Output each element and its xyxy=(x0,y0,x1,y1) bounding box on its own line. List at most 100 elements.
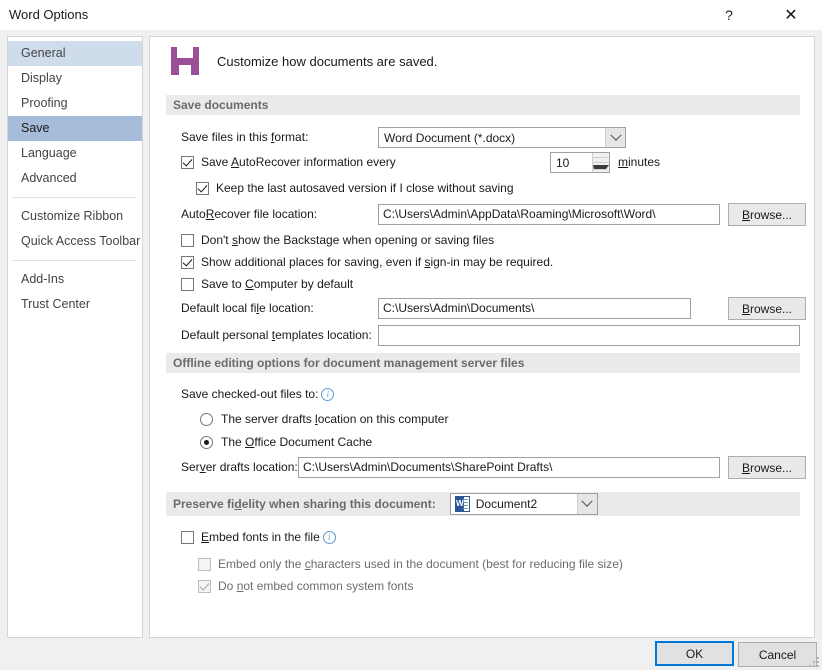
default-templates-location-label: Default personal templates location: xyxy=(181,328,372,342)
browse-accel-2: B xyxy=(742,302,750,316)
autorecover-checkbox[interactable] xyxy=(181,156,194,169)
do-not-embed-common-fonts-checkbox[interactable] xyxy=(198,580,211,593)
sidebar-item-customize-ribbon[interactable]: Customize Ribbon xyxy=(8,204,142,229)
radio-cache-pre: The xyxy=(221,435,245,449)
ok-button[interactable]: OK xyxy=(655,641,734,666)
additional-pre: Show additional places for saving, even … xyxy=(201,255,424,269)
additional-post: ign-in may be required. xyxy=(430,255,553,269)
info-icon[interactable]: i xyxy=(321,388,334,401)
keep-last-autosaved-row[interactable]: Keep the last autosaved version if I clo… xyxy=(196,181,514,195)
chevron-down-icon[interactable] xyxy=(577,494,597,514)
save-format-label: Save files in this format: xyxy=(181,130,308,144)
sidebar-item-save[interactable]: Save xyxy=(8,116,142,141)
dialog-body: General Display Proofing Save Language A… xyxy=(0,30,822,670)
sidebar-divider-1 xyxy=(12,197,136,198)
pane-heading: Customize how documents are saved. xyxy=(171,47,437,75)
save-format-value: Word Document (*.docx) xyxy=(379,131,605,145)
stepper-down-icon[interactable] xyxy=(592,163,609,172)
options-sidebar: General Display Proofing Save Language A… xyxy=(7,36,143,638)
save-computer-post: omputer by default xyxy=(254,277,353,291)
chevron-down-icon[interactable] xyxy=(605,128,625,147)
section-header-offline-editing: Offline editing options for document man… xyxy=(166,353,800,373)
preserve-title-pre: Preserve fi xyxy=(173,497,234,511)
help-icon[interactable]: ? xyxy=(708,0,750,30)
sidebar-item-display[interactable]: Display xyxy=(8,66,142,91)
radio-office-document-cache[interactable] xyxy=(200,436,213,449)
save-format-label-pre: Save files in this xyxy=(181,130,271,144)
pane-heading-text: Customize how documents are saved. xyxy=(217,54,437,69)
autorecover-checkbox-row[interactable]: Save AutoRecover information every xyxy=(181,155,396,169)
embed-fonts-row[interactable]: Embed fonts in the file i xyxy=(181,530,336,544)
info-icon[interactable]: i xyxy=(323,531,336,544)
browse-server-drafts-button[interactable]: Browse... xyxy=(728,456,806,479)
stepper-up-icon[interactable] xyxy=(592,153,609,163)
resize-grip[interactable] xyxy=(809,657,819,667)
show-additional-places-row[interactable]: Show additional places for saving, even … xyxy=(181,255,553,269)
window-title: Word Options xyxy=(9,7,88,22)
sidebar-item-language[interactable]: Language xyxy=(8,141,142,166)
no-common-pre: Do xyxy=(218,579,237,593)
dont-show-backstage-row[interactable]: Don't show the Backstage when opening or… xyxy=(181,233,494,247)
save-to-computer-checkbox[interactable] xyxy=(181,278,194,291)
embed-chars-pre: Embed only the xyxy=(218,557,305,571)
autorecover-label-accel: A xyxy=(231,155,239,169)
sidebar-item-general[interactable]: General xyxy=(8,41,142,66)
sidebar-item-proofing[interactable]: Proofing xyxy=(8,91,142,116)
close-icon[interactable]: ✕ xyxy=(770,0,812,30)
embed-characters-checkbox[interactable] xyxy=(198,558,211,571)
preserve-fidelity-document-combobox[interactable]: W Document2 xyxy=(450,493,598,515)
radio-server-drafts[interactable] xyxy=(200,413,213,426)
title-bar: Word Options ? ✕ xyxy=(0,0,822,30)
floppy-disk-icon xyxy=(171,47,199,75)
sidebar-divider-2 xyxy=(12,260,136,261)
backstage-post: how the Backstage when opening or saving… xyxy=(238,233,494,247)
default-local-location-input[interactable]: C:\Users\Admin\Documents\ xyxy=(378,298,691,319)
browse-post-1: rowse... xyxy=(750,208,792,222)
radio-server-drafts-row[interactable]: The server drafts location on this compu… xyxy=(200,412,448,426)
sidebar-item-advanced[interactable]: Advanced xyxy=(8,166,142,191)
autorecover-label-post: utoRecover information every xyxy=(239,155,396,169)
autorecover-minutes-value: 10 xyxy=(551,156,592,170)
sidebar-item-trust-center[interactable]: Trust Center xyxy=(8,292,142,317)
default-templates-location-input[interactable] xyxy=(378,325,800,346)
autorecover-location-label: AutoRecover file location: xyxy=(181,207,317,221)
keep-last-autosaved-label: Keep the last autosaved version if I clo… xyxy=(216,181,514,195)
sidebar-item-quick-access-toolbar[interactable]: Quick Access Toolbar xyxy=(8,229,142,254)
save-format-label-post: ormat: xyxy=(274,130,308,144)
embed-fonts-post: mbed fonts in the file xyxy=(209,530,320,544)
show-additional-places-checkbox[interactable] xyxy=(181,256,194,269)
save-options-pane: Customize how documents are saved. Save … xyxy=(149,36,815,638)
browse-autorecover-button[interactable]: Browse... xyxy=(728,203,806,226)
radio-office-cache-row[interactable]: The Office Document Cache xyxy=(200,435,372,449)
radio-cache-accel: O xyxy=(245,435,254,449)
section-header-preserve-fidelity: Preserve fidelity when sharing this docu… xyxy=(166,492,800,516)
keep-last-autosaved-checkbox[interactable] xyxy=(196,182,209,195)
radio-server-pre: The server drafts xyxy=(221,412,315,426)
radio-server-post: ocation on this computer xyxy=(318,412,449,426)
save-checked-out-text: Save checked-out files to: xyxy=(181,387,318,401)
sidebar-item-add-ins[interactable]: Add-Ins xyxy=(8,267,142,292)
browse-post-3: rowse... xyxy=(750,461,792,475)
cancel-button[interactable]: Cancel xyxy=(738,642,817,667)
autorecover-minutes-stepper[interactable]: 10 xyxy=(550,152,610,173)
no-common-post: ot embed common system fonts xyxy=(243,579,413,593)
server-drafts-location-input[interactable]: C:\Users\Admin\Documents\SharePoint Draf… xyxy=(298,457,720,478)
minutes-label-post: inutes xyxy=(628,155,660,169)
save-computer-pre: Save to xyxy=(201,277,245,291)
save-format-combobox[interactable]: Word Document (*.docx) xyxy=(378,127,626,148)
autorecover-location-input[interactable]: C:\Users\Admin\AppData\Roaming\Microsoft… xyxy=(378,204,720,225)
default-local-pre: Default local fi xyxy=(181,301,256,315)
embed-characters-row[interactable]: Embed only the characters used in the do… xyxy=(198,557,623,571)
dont-show-backstage-checkbox[interactable] xyxy=(181,234,194,247)
server-drafts-post: er drafts location: xyxy=(206,460,298,474)
default-local-location-label: Default local file location: xyxy=(181,301,314,315)
preserve-title-post: elity when sharing this document: xyxy=(242,497,436,511)
preserve-title-accel: d xyxy=(234,497,241,511)
embed-fonts-checkbox[interactable] xyxy=(181,531,194,544)
browse-default-local-button[interactable]: Browse... xyxy=(728,297,806,320)
do-not-embed-common-fonts-row[interactable]: Do not embed common system fonts xyxy=(198,579,413,593)
save-checked-out-label: Save checked-out files to: i xyxy=(181,387,334,401)
word-document-icon: W xyxy=(455,496,470,512)
save-to-computer-row[interactable]: Save to Computer by default xyxy=(181,277,353,291)
embed-fonts-accel: E xyxy=(201,530,209,544)
